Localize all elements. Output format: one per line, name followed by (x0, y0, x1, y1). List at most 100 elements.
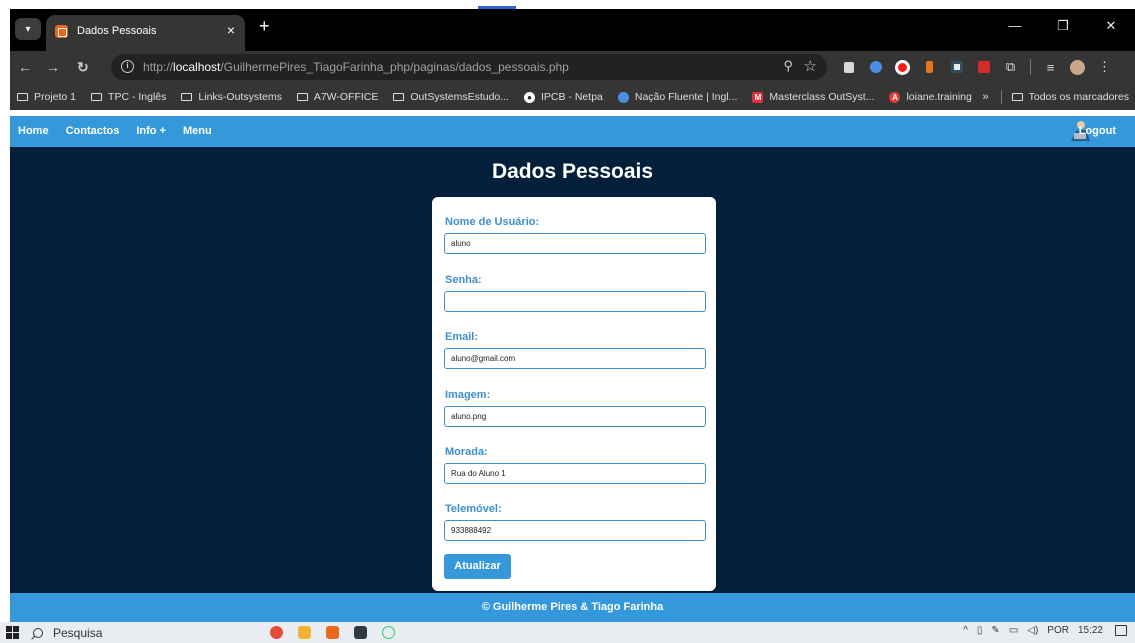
new-tab-button[interactable]: + (259, 17, 270, 35)
extension-teal-icon[interactable] (943, 57, 970, 77)
bookmark-links-outsystems[interactable]: Links-Outsystems (181, 91, 282, 103)
username-input[interactable]: aluno (444, 233, 706, 254)
tray-device-icon[interactable]: ▯ (977, 625, 983, 636)
nav-info[interactable]: Info + (136, 125, 166, 137)
nacao-fluente-icon (617, 91, 629, 103)
folder-icon (181, 93, 193, 101)
bookmark-loiane-training[interactable]: Aloiane.training (889, 91, 972, 103)
volume-icon[interactable]: ◁) (1027, 625, 1038, 636)
tab-close-icon[interactable]: × (227, 22, 235, 38)
clock[interactable]: 15:22 (1078, 625, 1103, 636)
password-label: Senha: (445, 274, 482, 286)
page-title: Dados Pessoais (491, 160, 654, 183)
username-label: Nome de Usuário: (445, 216, 540, 228)
windows-taskbar: Pesquisa ^ ▯ ✎ ▭ ◁) POR 15:22 (0, 622, 1135, 643)
toolbar-separator (1030, 59, 1031, 75)
opera-extension-icon[interactable] (889, 57, 916, 77)
address-label: Morada: (445, 446, 488, 458)
site-navbar: Home Contactos Info + Menu Logout (10, 116, 1135, 147)
page-content: Home Contactos Info + Menu Logout Dados … (10, 116, 1135, 622)
nav-home[interactable]: Home (18, 125, 49, 137)
bookmark-a7w-office[interactable]: A7W-OFFICE (296, 91, 378, 103)
folder-icon (91, 93, 103, 101)
zoom-icon[interactable]: ⚲ (783, 58, 793, 74)
reader-icon[interactable] (835, 57, 862, 77)
bookmark-tpc-ingles[interactable]: TPC - Inglês (91, 91, 166, 103)
browser-tab[interactable]: Dados Pessoais × (46, 15, 245, 51)
personal-data-form: Nome de Usuário: aluno Senha: Email: alu… (432, 197, 716, 591)
chrome-app-icon[interactable] (270, 626, 283, 639)
top-strip (0, 0, 1135, 9)
email-input[interactable]: aluno@gmail.com (444, 348, 706, 369)
site-info-icon[interactable]: i (121, 60, 134, 73)
extensions-area: ⧉ ≡ ⋮ (835, 57, 1118, 77)
folder-icon (296, 93, 308, 101)
image-input[interactable]: aluno.png (444, 406, 706, 427)
taskbar-search[interactable]: Pesquisa (33, 625, 102, 641)
folder-icon (393, 93, 405, 101)
tab-title: Dados Pessoais (77, 25, 157, 37)
bookmarks-separator (1000, 90, 1002, 104)
password-input[interactable] (444, 291, 706, 312)
notification-icon[interactable] (1115, 625, 1127, 636)
phone-input[interactable]: 933888492 (444, 520, 706, 541)
battery-icon[interactable]: ▭ (1009, 625, 1018, 636)
extension-red-icon[interactable] (970, 57, 997, 77)
browser-toolbar: ← → ↻ i http://localhost/GuilhermePires_… (10, 51, 1135, 84)
update-button[interactable]: Atualizar (444, 554, 511, 579)
xampp-app-icon[interactable] (326, 626, 339, 639)
taskbar-search-placeholder: Pesquisa (53, 626, 103, 640)
all-bookmarks-folder[interactable]: Todos os marcadores (1011, 91, 1129, 103)
site-favicon-icon (55, 25, 68, 38)
minimize-button[interactable]: — (991, 18, 1039, 40)
bookmarks-bar: Projeto 1 TPC - Inglês Links-Outsystems … (10, 84, 1135, 110)
language-indicator[interactable]: POR (1047, 625, 1069, 636)
extension-orange-icon[interactable] (916, 57, 943, 77)
taskbar-apps (270, 626, 410, 639)
extensions-puzzle-icon[interactable]: ⧉ (997, 57, 1024, 77)
phone-label: Telemóvel: (445, 503, 502, 515)
reading-list-icon[interactable]: ≡ (1037, 57, 1064, 77)
site-footer: © Guilherme Pires & Tiago Farinha (10, 593, 1135, 622)
close-window-button[interactable]: ✕ (1087, 18, 1135, 40)
profile-avatar-icon[interactable] (1064, 57, 1091, 77)
terminal-app-icon[interactable] (354, 626, 367, 639)
reload-icon[interactable]: ↻ (77, 58, 89, 76)
forward-icon[interactable]: → (46, 58, 60, 76)
tray-pen-icon[interactable]: ✎ (991, 625, 999, 636)
windows-start-icon[interactable] (6, 626, 19, 639)
address-input[interactable]: Rua do Aluno 1 (444, 463, 706, 484)
restore-button[interactable]: ❐ (1039, 18, 1087, 40)
bookmark-ipcb-netpa[interactable]: ● IPCB - Netpa (524, 91, 603, 103)
search-icon (33, 628, 43, 638)
bookmark-projeto-1[interactable]: Projeto 1 (17, 91, 76, 103)
bookmark-nacao-fluente[interactable]: Nação Fluente | Ingl... (617, 91, 737, 103)
window-controls: — ❐ ✕ (991, 18, 1135, 40)
bookmark-masterclass[interactable]: M Masterclass OutSyst... (752, 91, 874, 103)
url-text[interactable]: http://localhost/GuilhermePires_TiagoFar… (143, 60, 569, 74)
bookmark-star-icon[interactable]: ☆ (804, 57, 817, 75)
system-tray: ^ ▯ ✎ ▭ ◁) POR 15:22 (954, 625, 1127, 636)
whatsapp-app-icon[interactable] (382, 626, 395, 639)
tray-chevron-icon[interactable]: ^ (963, 625, 968, 636)
masterclass-icon: M (752, 91, 764, 103)
nav-menu[interactable]: Menu (183, 125, 212, 137)
tab-search-button[interactable]: ▾ (15, 18, 41, 40)
address-bar[interactable]: i http://localhost/GuilhermePires_TiagoF… (111, 54, 827, 80)
nav-contactos[interactable]: Contactos (66, 125, 120, 137)
folder-icon (17, 93, 28, 101)
logout-link[interactable]: Logout (1079, 125, 1116, 137)
bookmarks-right: » Todos os marcadores (982, 84, 1135, 110)
browser-tab-bar: ▾ Dados Pessoais × + — ❐ ✕ (10, 9, 1135, 51)
back-icon[interactable]: ← (18, 58, 32, 76)
folder-icon (1011, 93, 1023, 101)
image-label: Imagem: (445, 389, 491, 401)
file-explorer-app-icon[interactable] (298, 626, 311, 639)
more-bookmarks-icon[interactable]: » (982, 91, 988, 103)
ipcb-icon: ● (524, 91, 536, 103)
extension-blue-icon[interactable] (862, 57, 889, 77)
loiane-icon: A (889, 91, 901, 103)
browser-menu-icon[interactable]: ⋮ (1091, 57, 1118, 77)
bookmark-outsystems-estudo[interactable]: OutSystemsEstudo... (393, 91, 509, 103)
email-label: Email: (445, 331, 479, 343)
